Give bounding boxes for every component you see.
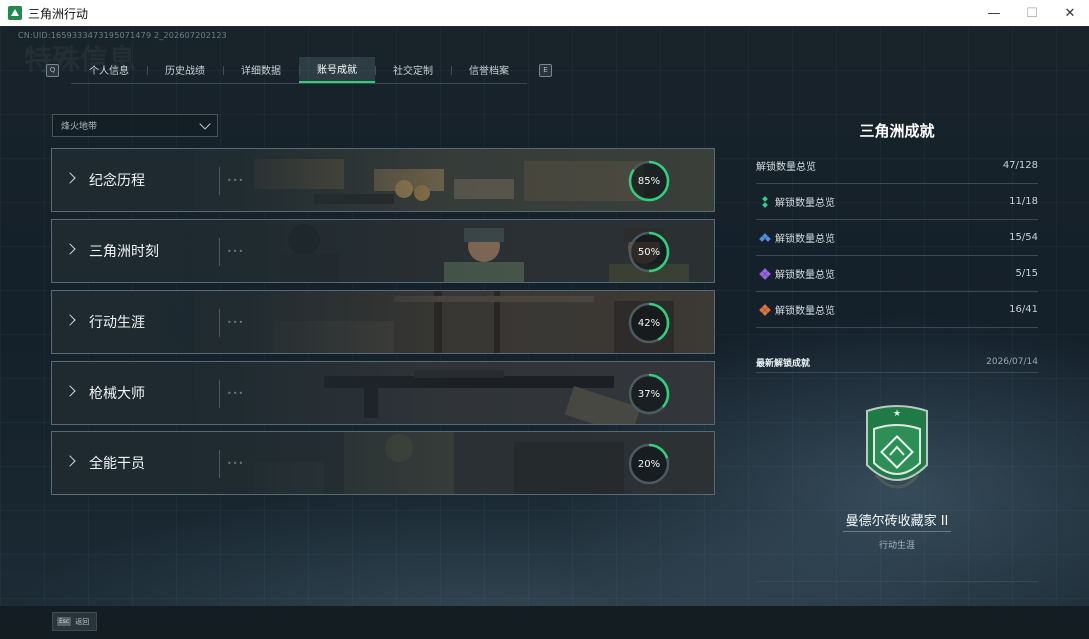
- progress-percent: 37%: [637, 388, 661, 400]
- prev-tab-key[interactable]: Q: [46, 63, 59, 77]
- progress-percent: 50%: [637, 246, 661, 258]
- progress-ring: 85%: [628, 160, 670, 202]
- user-uid: CN:UID:1659333473195071479 2_20260720212…: [18, 31, 227, 40]
- tab-bar: Q 个人信息 历史战绩 详细数据 账号成就 社交定制 信誉档案 E: [46, 56, 552, 84]
- window-title: 三角洲行动: [28, 6, 89, 21]
- panel-title: 三角洲成就: [859, 122, 935, 140]
- tier-label: 解锁数量总览: [775, 270, 835, 281]
- latest-unlock-date: 2026/07/14: [986, 357, 1038, 367]
- category-name: 行动生涯: [89, 315, 145, 331]
- category-card[interactable]: 枪械大师 ••• 37%: [51, 361, 715, 425]
- dots-icon: •••: [227, 176, 245, 185]
- tier-value: 11/18: [1009, 196, 1038, 207]
- tier-row: 解锁数量总览 5/15: [756, 256, 1038, 292]
- category-name: 全能干员: [89, 456, 145, 472]
- divider: [219, 380, 220, 408]
- back-button[interactable]: Esc 返回: [52, 612, 97, 631]
- tab-achievements[interactable]: 账号成就: [299, 56, 375, 83]
- summary-row: 解锁数量总览 47/128: [756, 148, 1038, 184]
- maximize-button[interactable]: ☐: [1013, 0, 1051, 26]
- card-fade: [52, 149, 714, 211]
- mode-dropdown[interactable]: 烽火地带: [52, 114, 218, 137]
- category-card[interactable]: 纪念历程 ••• 85%: [51, 148, 715, 212]
- chevron-down-icon: [199, 117, 211, 130]
- summary-value: 47/128: [1002, 160, 1038, 171]
- tier-row: 解锁数量总览 16/41: [756, 292, 1038, 328]
- tab-social-custom[interactable]: 社交定制: [375, 57, 451, 83]
- category-name: 三角洲时刻: [89, 244, 159, 260]
- purple-gem-icon: [759, 267, 771, 280]
- app-logo-icon: [8, 6, 22, 20]
- progress-ring: 37%: [628, 373, 670, 415]
- tab-personal-info[interactable]: 个人信息: [71, 57, 147, 83]
- progress-percent: 85%: [637, 175, 661, 187]
- dots-icon: •••: [227, 318, 245, 327]
- dots-icon: •••: [227, 389, 245, 398]
- progress-ring: 50%: [628, 231, 670, 273]
- tier-row: 解锁数量总览 11/18: [756, 184, 1038, 220]
- divider: [219, 309, 220, 337]
- tab-credit-record[interactable]: 信誉档案: [451, 57, 527, 83]
- bottom-bar: [0, 606, 1089, 639]
- card-fade: [52, 362, 714, 424]
- dots-icon: •••: [227, 459, 245, 468]
- divider: [843, 531, 951, 532]
- progress-percent: 20%: [637, 458, 661, 470]
- category-name: 枪械大师: [89, 386, 145, 402]
- latest-unlock-label: 最新解锁成就: [756, 358, 811, 369]
- tier-label: 解锁数量总览: [775, 234, 835, 245]
- latest-unlock-header: 最新解锁成就 2026/07/14: [756, 352, 1038, 373]
- back-label: 返回: [75, 617, 90, 626]
- divider: [219, 238, 220, 266]
- esc-key: Esc: [57, 617, 72, 626]
- next-tab-key[interactable]: E: [539, 63, 552, 77]
- tier-row: 解锁数量总览 15/54: [756, 220, 1038, 256]
- achievement-name: 曼德尔砖收藏家 II: [845, 514, 949, 529]
- category-card[interactable]: 行动生涯 ••• 42%: [51, 290, 715, 354]
- tier-label: 解锁数量总览: [775, 306, 835, 317]
- category-name: 纪念历程: [89, 173, 145, 189]
- tab-detailed-data[interactable]: 详细数据: [223, 57, 299, 83]
- card-fade: [52, 432, 714, 494]
- divider: [219, 450, 220, 478]
- green-gem-icon: [760, 195, 770, 208]
- progress-percent: 42%: [637, 317, 661, 329]
- progress-ring: 42%: [628, 302, 670, 344]
- mode-dropdown-value: 烽火地带: [61, 122, 98, 132]
- progress-ring: 20%: [628, 443, 670, 485]
- divider: [756, 581, 1038, 582]
- category-card[interactable]: 全能干员 ••• 20%: [51, 431, 715, 495]
- category-card[interactable]: 三角洲时刻 ••• 50%: [51, 219, 715, 283]
- app-window: 三角洲行动 — ☐ ✕ 特殊信息 CN:UID:1659333473195071…: [0, 0, 1089, 639]
- divider: [219, 167, 220, 195]
- close-button[interactable]: ✕: [1051, 0, 1089, 26]
- summary-label: 解锁数量总览: [756, 162, 816, 173]
- orange-gem-icon: [759, 303, 771, 316]
- tab-match-history[interactable]: 历史战绩: [147, 57, 223, 83]
- tab-list: 个人信息 历史战绩 详细数据 账号成就 社交定制 信誉档案: [71, 56, 527, 84]
- minimize-button[interactable]: —: [975, 0, 1013, 26]
- achievement-category: 行动生涯: [878, 541, 915, 551]
- achievement-badge-icon[interactable]: ★: [862, 403, 932, 501]
- tier-value: 15/54: [1009, 232, 1038, 243]
- title-bar: 三角洲行动 — ☐ ✕: [0, 0, 1089, 26]
- card-fade: [52, 291, 714, 353]
- dots-icon: •••: [227, 247, 245, 256]
- blue-gem-icon: [759, 232, 771, 243]
- tier-value: 16/41: [1009, 304, 1038, 315]
- tier-label: 解锁数量总览: [775, 198, 835, 209]
- svg-text:★: ★: [893, 409, 901, 419]
- tier-value: 5/15: [1015, 268, 1038, 279]
